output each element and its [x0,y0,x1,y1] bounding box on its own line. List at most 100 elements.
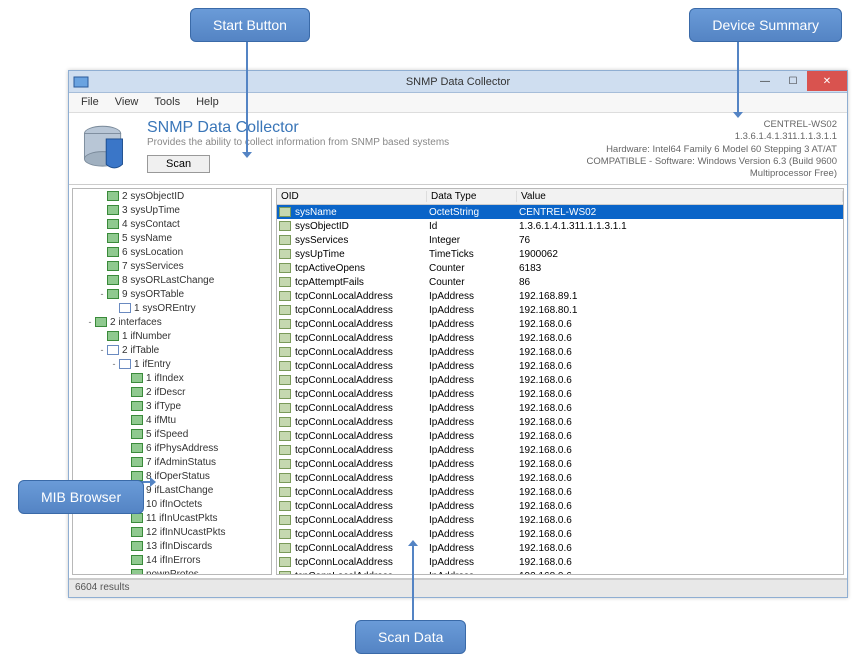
data-grid-row[interactable]: sysObjectIDId1.3.6.1.4.1.311.1.1.3.1.1 [277,219,843,233]
row-icon [279,459,291,469]
leaf-icon [107,247,119,257]
callout-start-button: Start Button [190,8,310,42]
tree-node[interactable]: 7 ifAdminStatus [73,455,271,469]
collapse-icon[interactable]: - [97,289,107,299]
tree-node[interactable]: 1 sysOREntry [73,301,271,315]
data-grid-row[interactable]: tcpConnLocalAddressIpAddress192.168.0.6 [277,555,843,569]
tree-node[interactable]: 12 ifInNUcastPkts [73,525,271,539]
cell-oid: tcpConnLocalAddress [293,473,427,484]
row-icon [279,543,291,553]
collapse-icon[interactable]: - [109,359,119,369]
tree-node[interactable]: 1 ifNumber [73,329,271,343]
cell-value: 192.168.0.6 [517,487,843,498]
data-grid-row[interactable]: tcpConnLocalAddressIpAddress192.168.0.6 [277,345,843,359]
tree-node[interactable]: 4 sysContact [73,217,271,231]
row-icon [279,529,291,539]
data-grid-row[interactable]: tcpConnLocalAddressIpAddress192.168.0.6 [277,429,843,443]
cell-oid: tcpConnLocalAddress [293,529,427,540]
tree-node[interactable]: 13 ifInDiscards [73,539,271,553]
status-text: 6604 results [75,582,129,593]
tree-node[interactable]: 5 sysName [73,231,271,245]
tree-node[interactable]: nownProtos [73,567,271,574]
data-grid-row[interactable]: tcpConnLocalAddressIpAddress192.168.0.6 [277,387,843,401]
tree-node[interactable]: 7 sysServices [73,259,271,273]
table-icon [119,359,131,369]
data-grid-row[interactable]: sysUpTimeTimeTicks1900062 [277,247,843,261]
data-grid-row[interactable]: tcpConnLocalAddressIpAddress192.168.89.1 [277,289,843,303]
data-grid-row[interactable]: tcpConnLocalAddressIpAddress192.168.0.6 [277,443,843,457]
cell-oid: tcpConnLocalAddress [293,431,427,442]
cell-value: 192.168.0.6 [517,543,843,554]
cell-value: 76 [517,235,843,246]
collapse-icon[interactable]: - [97,345,107,355]
data-grid-row[interactable]: tcpConnLocalAddressIpAddress192.168.0.6 [277,485,843,499]
collapse-icon[interactable]: - [85,317,95,327]
column-type[interactable]: Data Type [427,191,517,202]
menu-view[interactable]: View [107,93,147,112]
data-grid-row[interactable]: tcpConnLocalAddressIpAddress192.168.0.6 [277,317,843,331]
tree-node[interactable]: 4 ifMtu [73,413,271,427]
data-grid-row[interactable]: tcpConnLocalAddressIpAddress192.168.0.6 [277,415,843,429]
data-grid-row[interactable]: tcpConnLocalAddressIpAddress192.168.0.6 [277,527,843,541]
titlebar[interactable]: SNMP Data Collector — ☐ ✕ [69,71,847,93]
data-grid-row[interactable]: tcpConnLocalAddressIpAddress192.168.0.6 [277,359,843,373]
tree-node[interactable]: 3 ifType [73,399,271,413]
data-grid-row[interactable]: tcpConnLocalAddressIpAddress192.168.0.6 [277,513,843,527]
tree-node-label: 1 sysOREntry [134,303,196,314]
tree-node[interactable]: -1 ifEntry [73,357,271,371]
data-grid-row[interactable]: tcpAttemptFailsCounter86 [277,275,843,289]
close-button[interactable]: ✕ [807,71,847,91]
menu-tools[interactable]: Tools [146,93,188,112]
tree-node[interactable]: 5 ifSpeed [73,427,271,441]
row-icon [279,487,291,497]
tree-node[interactable]: 3 sysUpTime [73,203,271,217]
mib-browser-tree[interactable]: 2 sysObjectID 3 sysUpTime4 sysContact5 sy… [72,188,272,575]
row-icon [279,291,291,301]
tree-node[interactable]: 1 ifIndex [73,371,271,385]
leaf-icon [131,373,143,383]
data-grid-row[interactable]: tcpConnLocalAddressIpAddress192.168.0.6 [277,401,843,415]
tree-node[interactable]: 2 ifDescr [73,385,271,399]
cell-oid: tcpConnLocalAddress [293,445,427,456]
data-grid-row[interactable]: tcpConnLocalAddressIpAddress192.168.0.6 [277,499,843,513]
tree-node[interactable]: -2 ifTable [73,343,271,357]
data-grid-row[interactable]: tcpConnLocalAddressIpAddress192.168.0.6 [277,471,843,485]
leaf-icon [131,415,143,425]
data-grid-row[interactable]: tcpActiveOpensCounter6183 [277,261,843,275]
column-oid[interactable]: OID [277,191,427,202]
tree-node-label: 2 interfaces [110,317,162,328]
tree-node[interactable]: 6 sysLocation [73,245,271,259]
data-grid-row[interactable]: tcpConnLocalAddressIpAddress192.168.0.6 [277,331,843,345]
cell-type: IpAddress [427,375,517,386]
tree-node[interactable]: 8 sysORLastChange [73,273,271,287]
data-grid-row[interactable]: tcpConnLocalAddressIpAddress192.168.80.1 [277,303,843,317]
column-value[interactable]: Value [517,191,843,202]
tree-node[interactable]: -9 sysORTable [73,287,271,301]
tree-node-label: 14 ifInErrors [146,555,200,566]
data-grid-row[interactable]: sysServicesInteger76 [277,233,843,247]
cell-value: 192.168.89.1 [517,291,843,302]
tree-node[interactable]: 6 ifPhysAddress [73,441,271,455]
tree-node[interactable]: - 2 interfaces [73,315,271,329]
scan-data-grid[interactable]: OID Data Type Value sysNameOctetStringCE… [276,188,844,575]
data-grid-row[interactable]: tcpConnLocalAddressIpAddress192.168.0.6 [277,541,843,555]
data-grid-row[interactable]: tcpConnLocalAddressIpAddress192.168.0.6 [277,373,843,387]
minimize-button[interactable]: — [751,71,779,91]
data-grid-row[interactable]: tcpConnLocalAddressIpAddress192.168.0.6 [277,457,843,471]
data-grid-row[interactable]: tcpConnLocalAddressIpAddress192.168.0.6 [277,569,843,574]
tree-node-label: 6 ifPhysAddress [146,443,218,454]
cell-oid: tcpActiveOpens [293,263,427,274]
menu-help[interactable]: Help [188,93,227,112]
maximize-button[interactable]: ☐ [779,71,807,91]
tree-node[interactable]: 14 ifInErrors [73,553,271,567]
scan-button[interactable]: Scan [147,155,210,173]
data-grid-row[interactable]: sysNameOctetStringCENTREL-WS02 [277,205,843,219]
row-icon [279,473,291,483]
row-icon [279,347,291,357]
tree-node-label: 7 sysServices [122,261,184,272]
menu-file[interactable]: File [73,93,107,112]
tree-node[interactable]: 2 sysObjectID [73,189,271,203]
cell-oid: tcpConnLocalAddress [293,543,427,554]
tree-node-label: 3 sysUpTime [122,205,180,216]
cell-value: 192.168.0.6 [517,501,843,512]
